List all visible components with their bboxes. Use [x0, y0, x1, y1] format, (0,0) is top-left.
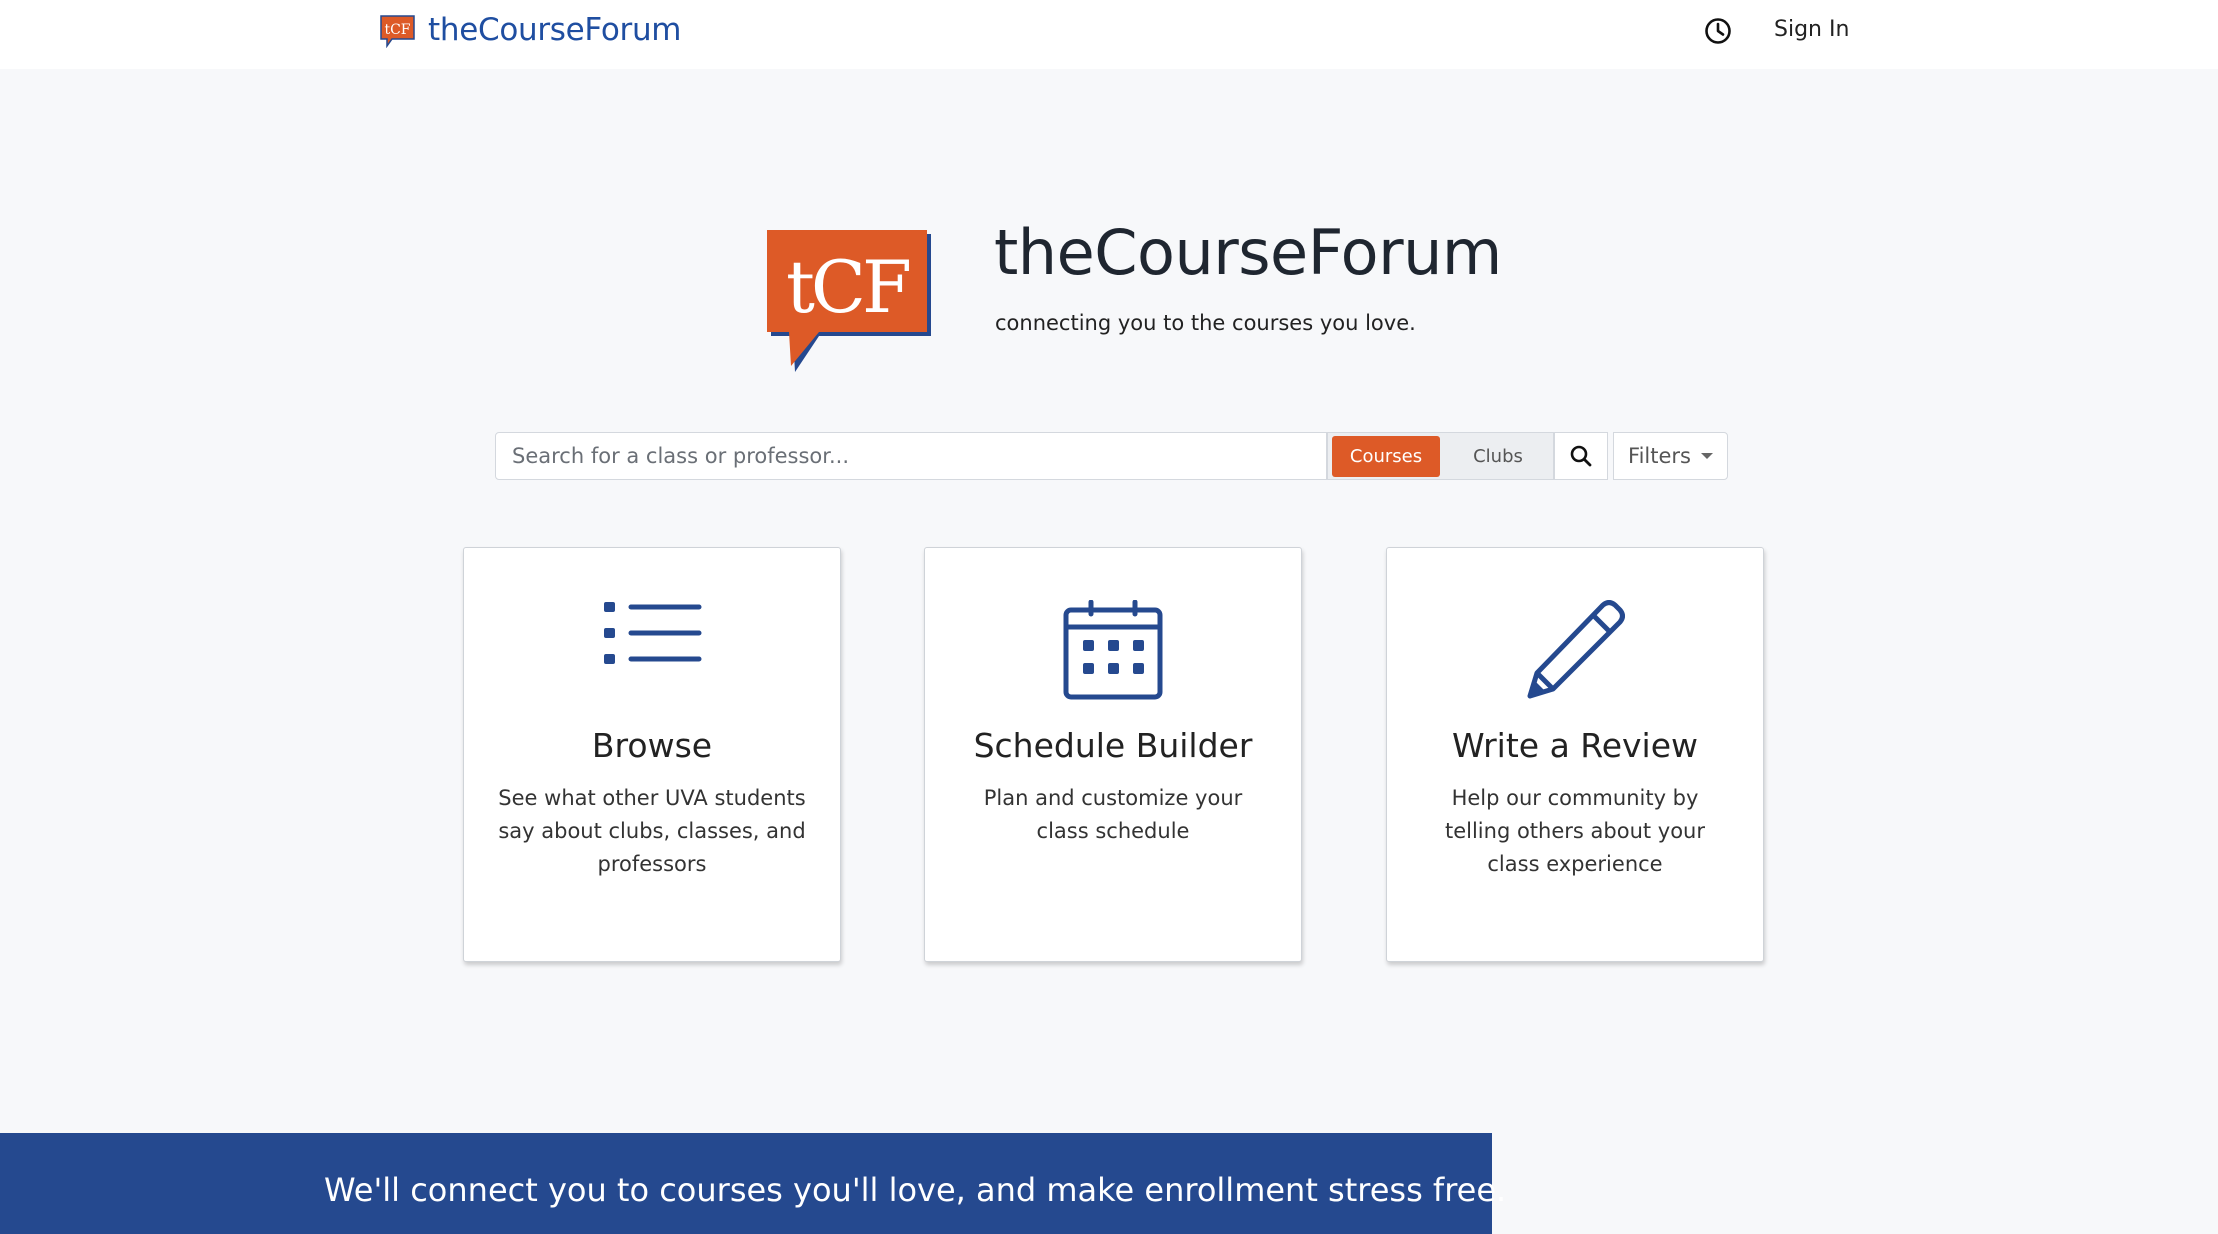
- schedule-builder-card[interactable]: Schedule Builder Plan and customize your…: [924, 547, 1302, 962]
- hero-logo-icon: tCF: [767, 230, 931, 372]
- list-icon: [604, 602, 702, 664]
- pencil-icon: [1527, 600, 1625, 699]
- hero-title: theCourseForum: [994, 216, 1502, 289]
- browse-card[interactable]: Browse See what other UVA students say a…: [463, 547, 841, 962]
- caret-down-icon: [1700, 453, 1713, 459]
- brand-home-link[interactable]: tCF theCourseForum: [379, 12, 681, 48]
- filters-dropdown-button[interactable]: Filters: [1613, 432, 1728, 480]
- clubs-toggle-button[interactable]: Clubs: [1450, 436, 1546, 477]
- filters-label: Filters: [1628, 444, 1691, 468]
- search-icon: [1570, 445, 1592, 467]
- search-button[interactable]: [1554, 432, 1608, 480]
- clock-icon: [1705, 18, 1731, 44]
- history-button[interactable]: [1703, 16, 1733, 46]
- calendar-icon: [1063, 600, 1163, 700]
- svg-text:tCF: tCF: [384, 22, 410, 38]
- browse-card-title: Browse: [591, 726, 713, 765]
- promo-banner: We'll connect you to courses you'll love…: [0, 1133, 1506, 1234]
- search-mode-toggle: Courses Clubs: [1327, 432, 1554, 480]
- write-review-card[interactable]: Write a Review Help our community by tel…: [1386, 547, 1764, 962]
- search-input[interactable]: [495, 432, 1327, 480]
- brand-logo-icon: tCF: [380, 15, 415, 48]
- sign-in-link[interactable]: Sign In: [1774, 17, 1849, 42]
- schedule-builder-card-description: Plan and customize your class schedule: [983, 786, 1243, 843]
- schedule-builder-card-title: Schedule Builder: [973, 726, 1253, 765]
- top-navbar: tCF theCourseForum Sign In: [0, 0, 2218, 69]
- write-review-card-description: Help our community by telling others abo…: [1444, 786, 1706, 876]
- svg-text:tCF: tCF: [786, 245, 909, 329]
- courses-toggle-button[interactable]: Courses: [1332, 436, 1440, 477]
- browse-card-description: See what other UVA students say about cl…: [498, 786, 806, 876]
- brand-name: theCourseForum: [428, 11, 682, 48]
- promo-banner-text: We'll connect you to courses you'll love…: [324, 1171, 1507, 1209]
- write-review-card-title: Write a Review: [1451, 726, 1699, 765]
- hero-subtitle: connecting you to the courses you love.: [995, 311, 1416, 335]
